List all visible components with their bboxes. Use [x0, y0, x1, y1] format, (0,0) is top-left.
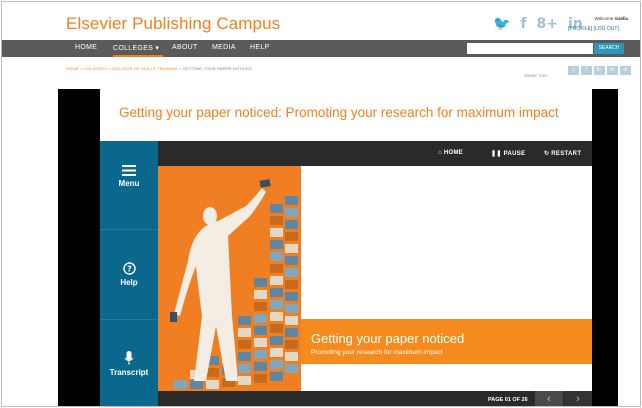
- share-email-icon[interactable]: ✉: [620, 66, 631, 75]
- user-name: Gaella: [614, 16, 628, 21]
- welcome-text: Welcome Gaella: [594, 16, 628, 21]
- google-plus-icon[interactable]: 8+: [537, 16, 558, 32]
- slide-subtitle: Promoting your research for maximum impa…: [311, 349, 443, 356]
- share-facebook-icon[interactable]: f: [581, 66, 592, 75]
- share-label: SHARE THIS:: [524, 74, 548, 78]
- slide-illustration: [170, 179, 298, 389]
- restart-icon: ↻: [544, 151, 550, 157]
- share-google-plus-icon[interactable]: 8+: [594, 66, 605, 75]
- player-toolbar: ⌂ HOME ❚❚ PAUSE ↻ RESTART: [158, 141, 592, 166]
- profile-links[interactable]: [PROFILE] [LOG OUT]: [568, 26, 619, 32]
- share-linkedin-icon[interactable]: in: [607, 66, 618, 75]
- search-button[interactable]: SEARCH: [594, 43, 624, 54]
- course-player: Getting your paper noticed: Promoting yo…: [58, 89, 618, 406]
- twitter-icon[interactable]: 🐦: [493, 16, 510, 32]
- transcript-button[interactable]: Transcript: [100, 351, 158, 377]
- menu-button[interactable]: Menu: [100, 165, 158, 188]
- home-icon: ⌂: [438, 150, 442, 156]
- next-page-button[interactable]: ›: [564, 391, 592, 406]
- page-frame: Elsevier Publishing Campus 🐦 f 8+ in Wel…: [1, 1, 641, 407]
- help-button[interactable]: ? Help: [100, 262, 158, 287]
- left-menu-panel: Menu ? Help Transcript: [100, 141, 158, 406]
- nav-active-indicator: [113, 55, 163, 57]
- chevron-down-icon: ▾: [155, 45, 160, 52]
- slide-title: Getting your paper noticed: [311, 331, 465, 346]
- slide-content: Getting your paper noticed Promoting you…: [158, 166, 592, 391]
- hamburger-icon: [122, 165, 136, 176]
- course-header: Getting your paper noticed: Promoting yo…: [100, 89, 592, 141]
- page-indicator: PAGE 01 OF 26: [488, 397, 528, 403]
- course-title: Getting your paper noticed: Promoting yo…: [119, 105, 559, 120]
- nav-help[interactable]: HELP: [250, 44, 270, 51]
- svg-text:?: ?: [127, 265, 132, 274]
- nav-media[interactable]: MEDIA: [212, 44, 236, 51]
- facebook-icon[interactable]: f: [520, 16, 526, 32]
- help-icon: ?: [122, 262, 136, 275]
- breadcrumb: HOME > COLLEGES > COLLEGE OF SKILLS TRAI…: [66, 66, 252, 71]
- nav-home[interactable]: HOME: [75, 44, 97, 51]
- search-input[interactable]: [467, 43, 593, 54]
- microphone-icon: [124, 351, 134, 365]
- nav-colleges[interactable]: COLLEGES ▾: [113, 44, 159, 52]
- pause-icon: ❚❚: [491, 151, 502, 157]
- chevron-right-icon: ›: [576, 393, 580, 405]
- player-pager: PAGE 01 OF 26 ‹ ›: [158, 391, 592, 406]
- share-icons: t f 8+ in ✉: [568, 66, 631, 75]
- previous-page-button[interactable]: ‹: [535, 391, 563, 406]
- menu-divider: [100, 229, 158, 230]
- nav-about[interactable]: ABOUT: [172, 44, 198, 51]
- breadcrumb-trail[interactable]: HOME > COLLEGES > COLLEGE OF SKILLS TRAI…: [66, 66, 182, 71]
- breadcrumb-current: GETTING YOUR PAPER NOTICED: [183, 66, 253, 71]
- main-nav: HOME COLLEGES ▾ ABOUT MEDIA HELP SEARCH: [2, 40, 640, 57]
- restart-button[interactable]: ↻ RESTART: [544, 150, 581, 157]
- chevron-left-icon: ‹: [547, 393, 551, 405]
- menu-divider: [100, 319, 158, 320]
- share-twitter-icon[interactable]: t: [568, 66, 579, 75]
- site-logo[interactable]: Elsevier Publishing Campus: [66, 14, 280, 34]
- player-home-button[interactable]: ⌂ HOME: [438, 150, 463, 156]
- pause-button[interactable]: ❚❚ PAUSE: [491, 150, 525, 157]
